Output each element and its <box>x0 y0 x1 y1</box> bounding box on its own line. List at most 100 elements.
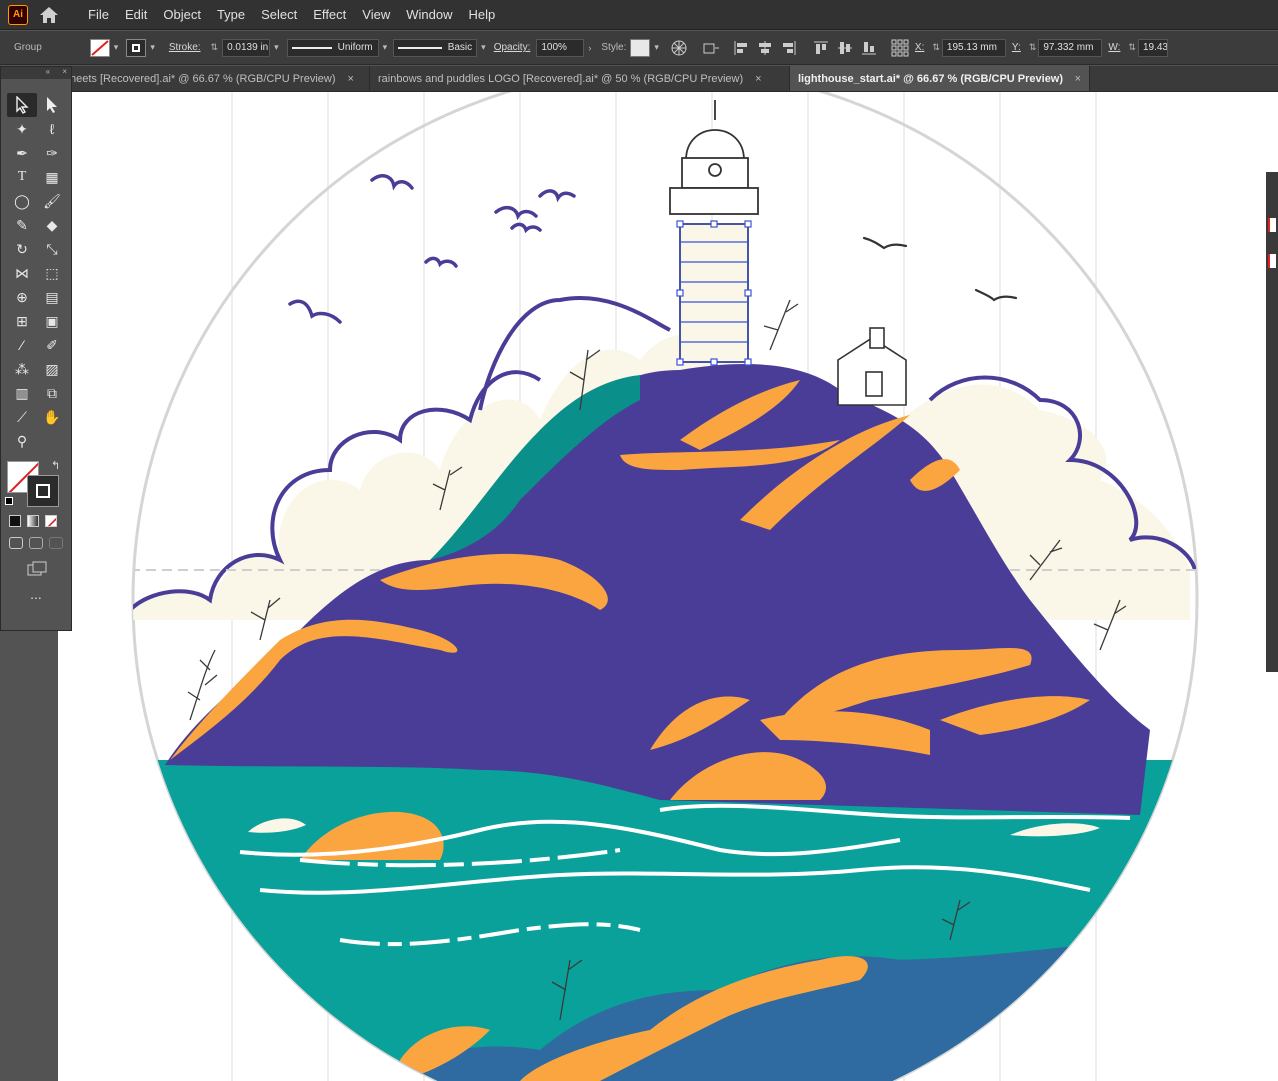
rotate-tool-icon[interactable]: ↻ <box>7 237 37 261</box>
stroke-swatch[interactable] <box>27 475 59 507</box>
tab-label: rainbows and puddles LOGO [Recovered].ai… <box>378 72 744 85</box>
menu-effect[interactable]: Effect <box>305 7 354 22</box>
menu-edit[interactable]: Edit <box>117 7 155 22</box>
close-icon[interactable]: × <box>1075 73 1081 85</box>
right-panel-edge[interactable] <box>1266 172 1278 672</box>
chevron-down-icon[interactable]: ▾ <box>481 42 486 53</box>
slice-tool-icon[interactable]: ⟋ <box>7 405 37 429</box>
menu-select[interactable]: Select <box>253 7 305 22</box>
transform-icon[interactable] <box>701 40 723 56</box>
w-label[interactable]: W: <box>1108 42 1120 53</box>
gradient-tool-icon[interactable]: ▣ <box>37 309 67 333</box>
menu-file[interactable]: File <box>80 7 117 22</box>
draw-normal-icon[interactable] <box>9 537 23 549</box>
pencil-icon[interactable]: ✎ <box>7 213 37 237</box>
stroke-label[interactable]: Stroke: <box>169 42 201 53</box>
fill-stroke-widget: ↰ <box>1 459 71 507</box>
chevron-down-icon[interactable]: ▾ <box>654 42 659 53</box>
default-colors-icon[interactable] <box>5 497 13 505</box>
opacity-label[interactable]: Opacity: <box>494 42 531 53</box>
close-icon[interactable]: × <box>348 73 354 85</box>
lasso-icon[interactable]: ℓ <box>37 117 67 141</box>
opacity-field[interactable]: 100% <box>536 38 585 57</box>
chevron-right-icon[interactable]: › <box>588 43 591 53</box>
tab-lighthouse[interactable]: lighthouse_start.ai* @ 66.67 % (RGB/CPU … <box>790 66 1090 91</box>
draw-mode-row <box>1 527 71 549</box>
x-label[interactable]: X: <box>915 42 924 53</box>
align-middle-icon[interactable] <box>837 40 853 56</box>
draw-behind-icon[interactable] <box>29 537 43 549</box>
stroke-swatch[interactable]: ▾ <box>126 38 155 57</box>
menu-object[interactable]: Object <box>155 7 209 22</box>
stepper-icon[interactable]: ⇅ <box>932 42 940 53</box>
reference-point-icon[interactable] <box>891 39 909 57</box>
align-left-icon[interactable] <box>733 40 749 56</box>
zoom-tool-icon[interactable]: ⚲ <box>7 429 37 453</box>
tab-sheets[interactable]: heets [Recovered].ai* @ 66.67 % (RGB/CPU… <box>62 66 370 91</box>
paintbrush-icon[interactable]: 🖌 <box>37 189 67 213</box>
perspective-grid-icon[interactable]: ▤ <box>37 285 67 309</box>
symbol-tool-icon[interactable]: ▨ <box>37 357 67 381</box>
close-icon[interactable]: × <box>62 67 67 76</box>
fill-swatch[interactable]: ▾ <box>89 38 118 57</box>
pen-tool-icon[interactable]: ✒ <box>7 141 37 165</box>
hand-tool-icon[interactable]: ✋ <box>37 405 67 429</box>
align-right-icon[interactable] <box>781 40 797 56</box>
control-bar: Group ▾ ▾ Stroke: ⇅ 0.0139 in ▾ Uniform … <box>0 31 1278 65</box>
chevron-down-icon[interactable]: ▾ <box>383 42 388 53</box>
color-mode-row <box>1 507 71 527</box>
collapse-icon[interactable]: « <box>46 67 50 76</box>
symbol-sprayer-icon[interactable]: ⁂ <box>7 357 37 381</box>
eyedropper-icon[interactable]: ⁄ <box>7 333 37 357</box>
home-icon[interactable] <box>38 5 60 25</box>
variable-width-profile[interactable]: Uniform <box>286 38 379 57</box>
scale-tool-icon[interactable]: ⤡ <box>37 237 67 261</box>
swap-icon[interactable]: ↰ <box>51 459 60 472</box>
chevron-down-icon[interactable]: ▾ <box>274 42 279 53</box>
y-field[interactable]: 97.332 mm <box>1038 38 1103 57</box>
tools-panel: « × ✦ ℓ ✒ ✑ T ▦ ◯ 🖌 ✎ ◆ ↻ ⤡ ⋈ ⬚ ⊕ ▤ ⊞ ▣ … <box>0 66 72 631</box>
align-top-icon[interactable] <box>813 40 829 56</box>
shape-builder-icon[interactable]: ⊕ <box>7 285 37 309</box>
screen-mode-icon[interactable] <box>1 549 71 582</box>
mesh-tool-icon[interactable]: ⊞ <box>7 309 37 333</box>
menu-view[interactable]: View <box>354 7 398 22</box>
close-icon[interactable]: × <box>755 73 761 85</box>
artboard-tool-icon[interactable]: ⧉ <box>37 381 67 405</box>
eraser-icon[interactable]: ◆ <box>37 213 67 237</box>
w-field[interactable]: 19.43 <box>1137 38 1168 57</box>
curvature-tool-icon[interactable]: ✑ <box>37 141 67 165</box>
y-label[interactable]: Y: <box>1012 42 1021 53</box>
tab-rainbows-logo[interactable]: rainbows and puddles LOGO [Recovered].ai… <box>370 66 790 91</box>
blend-tool-icon[interactable]: ✐ <box>37 333 67 357</box>
width-tool-icon[interactable]: ⋈ <box>7 261 37 285</box>
free-transform-icon[interactable]: ⬚ <box>37 261 67 285</box>
document-tabs: heets [Recovered].ai* @ 66.67 % (RGB/CPU… <box>62 66 1278 92</box>
stepper-icon[interactable]: ⇅ <box>211 42 219 53</box>
menu-help[interactable]: Help <box>460 7 503 22</box>
align-center-icon[interactable] <box>757 40 773 56</box>
graphic-style-swatch[interactable] <box>630 38 651 57</box>
gradient-icon[interactable] <box>27 515 39 527</box>
x-field[interactable]: 195.13 mm <box>941 38 1006 57</box>
more-tools-icon[interactable]: ... <box>1 582 71 602</box>
align-bottom-icon[interactable] <box>861 40 877 56</box>
stepper-icon[interactable]: ⇅ <box>1128 42 1136 53</box>
menu-type[interactable]: Type <box>209 7 253 22</box>
recolor-icon[interactable] <box>671 40 687 56</box>
magic-wand-icon[interactable]: ✦ <box>7 117 37 141</box>
menu-window[interactable]: Window <box>398 7 460 22</box>
artboard-canvas[interactable] <box>58 92 1278 1081</box>
draw-inside-icon[interactable] <box>49 537 63 549</box>
none-icon[interactable] <box>45 515 57 527</box>
stepper-icon[interactable]: ⇅ <box>1029 42 1037 53</box>
selection-tool-icon[interactable] <box>7 93 37 117</box>
graph-tool-icon[interactable]: ▥ <box>7 381 37 405</box>
ellipse-tool-icon[interactable]: ◯ <box>7 189 37 213</box>
stroke-weight-field[interactable]: 0.0139 in <box>222 38 271 57</box>
grid-tool-icon[interactable]: ▦ <box>37 165 67 189</box>
type-tool-icon[interactable]: T <box>7 165 37 189</box>
direct-selection-tool-icon[interactable] <box>37 93 67 117</box>
color-icon[interactable] <box>9 515 21 527</box>
brush-definition[interactable]: Basic <box>393 38 478 57</box>
